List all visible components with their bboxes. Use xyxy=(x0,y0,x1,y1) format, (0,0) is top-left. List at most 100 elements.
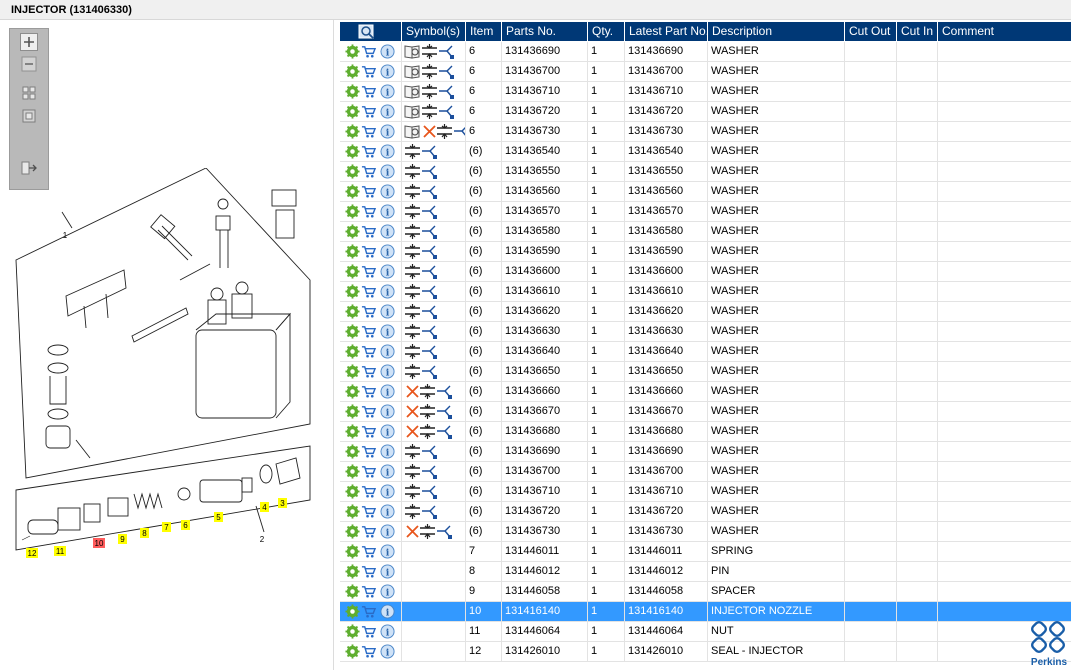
shopping-cart-icon[interactable] xyxy=(361,604,376,619)
table-row[interactable]: i (6) 131436690 1 131436690 WASHER xyxy=(340,442,1071,462)
table-row[interactable]: i 10 131416140 1 131416140 INJECTOR NOZZLE xyxy=(340,602,1071,622)
info-icon[interactable]: i xyxy=(380,304,395,319)
options-gear-icon[interactable] xyxy=(345,404,360,419)
options-gear-icon[interactable] xyxy=(345,464,360,479)
info-icon[interactable]: i xyxy=(380,604,395,619)
info-icon[interactable]: i xyxy=(380,464,395,479)
options-gear-icon[interactable] xyxy=(345,304,360,319)
info-icon[interactable]: i xyxy=(380,164,395,179)
info-icon[interactable]: i xyxy=(380,64,395,79)
info-icon[interactable]: i xyxy=(380,184,395,199)
info-icon[interactable]: i xyxy=(380,424,395,439)
options-gear-icon[interactable] xyxy=(345,44,360,59)
info-icon[interactable]: i xyxy=(380,224,395,239)
options-gear-icon[interactable] xyxy=(345,84,360,99)
options-gear-icon[interactable] xyxy=(345,364,360,379)
table-row[interactable]: i 6 131436730 1 131436730 WASHER xyxy=(340,122,1071,142)
options-gear-icon[interactable] xyxy=(345,604,360,619)
table-row[interactable]: i 9 131446058 1 131446058 SPACER xyxy=(340,582,1071,602)
header-description[interactable]: Description xyxy=(708,22,845,41)
options-gear-icon[interactable] xyxy=(345,584,360,599)
zoom-in-button[interactable] xyxy=(20,33,38,51)
info-icon[interactable]: i xyxy=(380,624,395,639)
shopping-cart-icon[interactable] xyxy=(361,444,376,459)
info-icon[interactable]: i xyxy=(380,564,395,579)
options-gear-icon[interactable] xyxy=(345,544,360,559)
info-icon[interactable]: i xyxy=(380,384,395,399)
shopping-cart-icon[interactable] xyxy=(361,544,376,559)
options-gear-icon[interactable] xyxy=(345,184,360,199)
table-row[interactable]: i (6) 131436540 1 131436540 WASHER xyxy=(340,142,1071,162)
options-gear-icon[interactable] xyxy=(345,284,360,299)
shopping-cart-icon[interactable] xyxy=(361,404,376,419)
options-gear-icon[interactable] xyxy=(345,484,360,499)
shopping-cart-icon[interactable] xyxy=(361,364,376,379)
table-row[interactable]: i (6) 131436580 1 131436580 WASHER xyxy=(340,222,1071,242)
options-gear-icon[interactable] xyxy=(345,144,360,159)
shopping-cart-icon[interactable] xyxy=(361,584,376,599)
shopping-cart-icon[interactable] xyxy=(361,164,376,179)
table-row[interactable]: i (6) 131436600 1 131436600 WASHER xyxy=(340,262,1071,282)
header-latest-part-no[interactable]: Latest Part No. xyxy=(625,22,709,41)
options-gear-icon[interactable] xyxy=(345,164,360,179)
shopping-cart-icon[interactable] xyxy=(361,644,376,659)
table-row[interactable]: i (6) 131436630 1 131436630 WASHER xyxy=(340,322,1071,342)
table-row[interactable]: i (6) 131436560 1 131436560 WASHER xyxy=(340,182,1071,202)
info-icon[interactable]: i xyxy=(380,644,395,659)
shopping-cart-icon[interactable] xyxy=(361,484,376,499)
table-row[interactable]: i 7 131446011 1 131446011 SPRING xyxy=(340,542,1071,562)
find-all-header[interactable] xyxy=(340,22,402,41)
table-row[interactable]: i (6) 131436710 1 131436710 WASHER xyxy=(340,482,1071,502)
shopping-cart-icon[interactable] xyxy=(361,124,376,139)
info-icon[interactable]: i xyxy=(380,284,395,299)
table-row[interactable]: i 12 131426010 1 131426010 SEAL - INJECTOR xyxy=(340,642,1071,662)
options-gear-icon[interactable] xyxy=(345,204,360,219)
header-comment[interactable]: Comment xyxy=(938,22,1071,41)
shopping-cart-icon[interactable] xyxy=(361,264,376,279)
header-cut-in[interactable]: Cut In xyxy=(897,22,938,41)
options-gear-icon[interactable] xyxy=(345,444,360,459)
table-row[interactable]: i 8 131446012 1 131446012 PIN xyxy=(340,562,1071,582)
shopping-cart-icon[interactable] xyxy=(361,424,376,439)
fit-page-button[interactable] xyxy=(20,84,38,102)
shopping-cart-icon[interactable] xyxy=(361,44,376,59)
info-icon[interactable]: i xyxy=(380,524,395,539)
info-icon[interactable]: i xyxy=(380,544,395,559)
shopping-cart-icon[interactable] xyxy=(361,184,376,199)
options-gear-icon[interactable] xyxy=(345,384,360,399)
options-gear-icon[interactable] xyxy=(345,224,360,239)
shopping-cart-icon[interactable] xyxy=(361,504,376,519)
table-row[interactable]: i (6) 131436640 1 131436640 WASHER xyxy=(340,342,1071,362)
shopping-cart-icon[interactable] xyxy=(361,284,376,299)
shopping-cart-icon[interactable] xyxy=(361,204,376,219)
header-cut-out[interactable]: Cut Out xyxy=(845,22,897,41)
shopping-cart-icon[interactable] xyxy=(361,324,376,339)
options-gear-icon[interactable] xyxy=(345,324,360,339)
options-gear-icon[interactable] xyxy=(345,424,360,439)
info-icon[interactable]: i xyxy=(380,324,395,339)
table-row[interactable]: i (6) 131436570 1 131436570 WASHER xyxy=(340,202,1071,222)
options-gear-icon[interactable] xyxy=(345,344,360,359)
info-icon[interactable]: i xyxy=(380,344,395,359)
info-icon[interactable]: i xyxy=(380,84,395,99)
options-gear-icon[interactable] xyxy=(345,244,360,259)
shopping-cart-icon[interactable] xyxy=(361,624,376,639)
info-icon[interactable]: i xyxy=(380,204,395,219)
table-row[interactable]: i (6) 131436610 1 131436610 WASHER xyxy=(340,282,1071,302)
info-icon[interactable]: i xyxy=(380,144,395,159)
info-icon[interactable]: i xyxy=(380,444,395,459)
table-row[interactable]: i (6) 131436620 1 131436620 WASHER xyxy=(340,302,1071,322)
table-row[interactable]: i (6) 131436590 1 131436590 WASHER xyxy=(340,242,1071,262)
shopping-cart-icon[interactable] xyxy=(361,244,376,259)
options-gear-icon[interactable] xyxy=(345,124,360,139)
header-parts-no[interactable]: Parts No. xyxy=(502,22,588,41)
shopping-cart-icon[interactable] xyxy=(361,144,376,159)
table-row[interactable]: i (6) 131436680 1 131436680 WASHER xyxy=(340,422,1071,442)
shopping-cart-icon[interactable] xyxy=(361,104,376,119)
info-icon[interactable]: i xyxy=(380,584,395,599)
options-gear-icon[interactable] xyxy=(345,504,360,519)
info-icon[interactable]: i xyxy=(380,484,395,499)
shopping-cart-icon[interactable] xyxy=(361,464,376,479)
shopping-cart-icon[interactable] xyxy=(361,564,376,579)
shopping-cart-icon[interactable] xyxy=(361,84,376,99)
